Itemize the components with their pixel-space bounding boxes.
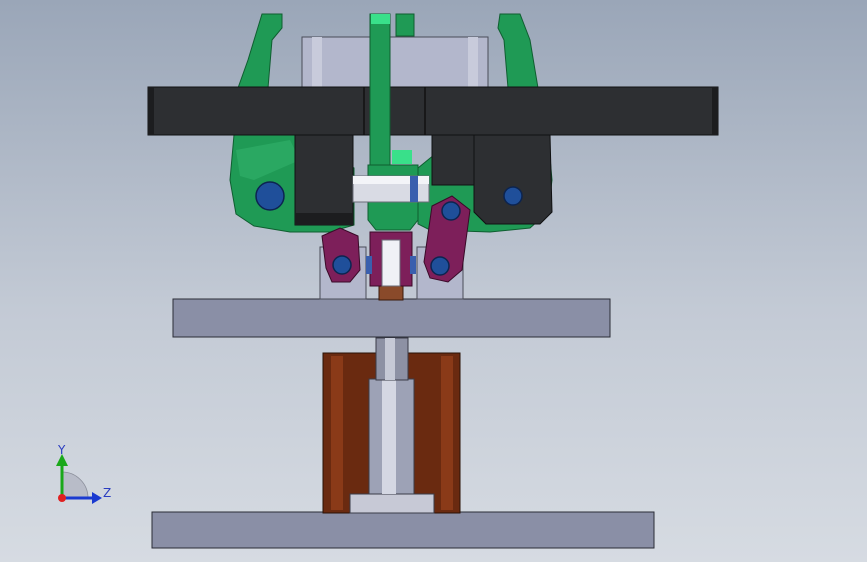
mid-plate [172, 298, 611, 338]
right-jaw-block [431, 134, 478, 186]
triad-quadrant [61, 471, 89, 499]
right-link-lower-pin [430, 256, 450, 276]
cylinder-assembly [322, 337, 461, 514]
y-axis-label: Y [57, 443, 66, 457]
post-mid-accent [392, 150, 412, 164]
clamp-bar [147, 86, 719, 136]
post-top-accent [371, 14, 390, 24]
workpiece-block [301, 36, 489, 90]
right-link-upper-pin [441, 201, 461, 221]
cad-viewport[interactable]: Y Z [0, 0, 867, 562]
base-plate [151, 511, 655, 549]
right-arm-pin [503, 186, 523, 206]
coordinate-triad: Y Z [56, 443, 111, 504]
z-axis-arrow [92, 492, 102, 504]
right-jaw-pad [473, 134, 553, 225]
left-arm-pin [255, 181, 285, 211]
left-jaw-block [294, 134, 354, 226]
left-link-lower-pin [332, 255, 352, 275]
z-axis-label: Z [103, 486, 111, 500]
cylinder-base-block [349, 493, 435, 514]
x-axis-origin [58, 494, 66, 502]
